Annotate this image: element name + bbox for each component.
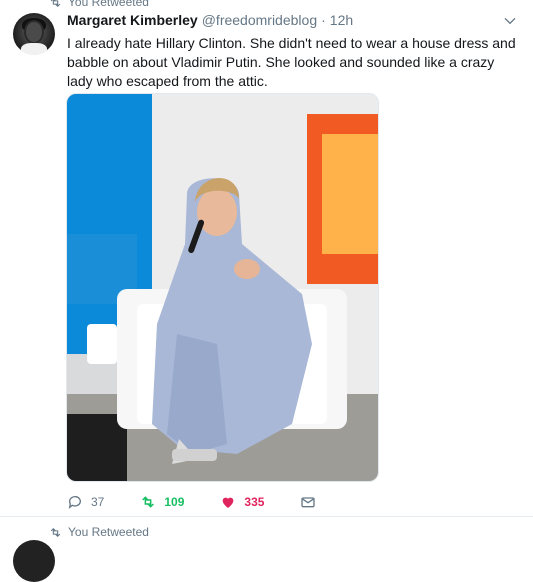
tweet-divider: [0, 516, 533, 517]
retweet-button[interactable]: 109: [140, 494, 184, 510]
retweet-icon: [50, 0, 61, 7]
avatar[interactable]: [13, 13, 55, 55]
tweet-media-photo[interactable]: [66, 93, 379, 482]
tweet-timestamp[interactable]: 12h: [330, 12, 353, 28]
heart-icon: [223, 497, 234, 508]
like-button[interactable]: 335: [220, 494, 264, 510]
next-retweet-banner: You Retweeted: [49, 525, 149, 539]
retweet-banner-label: You Retweeted: [68, 0, 149, 9]
header-separator: ·: [321, 12, 326, 28]
retweet-icon: [50, 527, 61, 537]
next-retweet-banner-label: You Retweeted: [68, 525, 149, 539]
reply-count: 37: [91, 495, 105, 509]
tweet-header: Margaret Kimberley @freedomrideblog · 12…: [67, 12, 353, 28]
tweet-text: I already hate Hillary Clinton. She didn…: [67, 35, 516, 89]
retweet-banner: You Retweeted: [49, 0, 149, 9]
author-handle[interactable]: @freedomrideblog: [202, 12, 317, 28]
reply-button[interactable]: 37: [67, 494, 104, 510]
reply-icon: [68, 496, 81, 509]
tweet-actions: 37 109 335: [67, 494, 352, 510]
retweet-icon: [142, 496, 155, 508]
photo-illustration: [67, 94, 378, 481]
retweet-count: 109: [164, 495, 185, 509]
chevron-down-icon[interactable]: [503, 14, 517, 28]
next-tweet-avatar[interactable]: [13, 540, 55, 582]
direct-message-button[interactable]: [300, 494, 316, 510]
like-count: 335: [244, 495, 265, 509]
message-icon: [301, 497, 316, 508]
author-name[interactable]: Margaret Kimberley: [67, 12, 198, 28]
